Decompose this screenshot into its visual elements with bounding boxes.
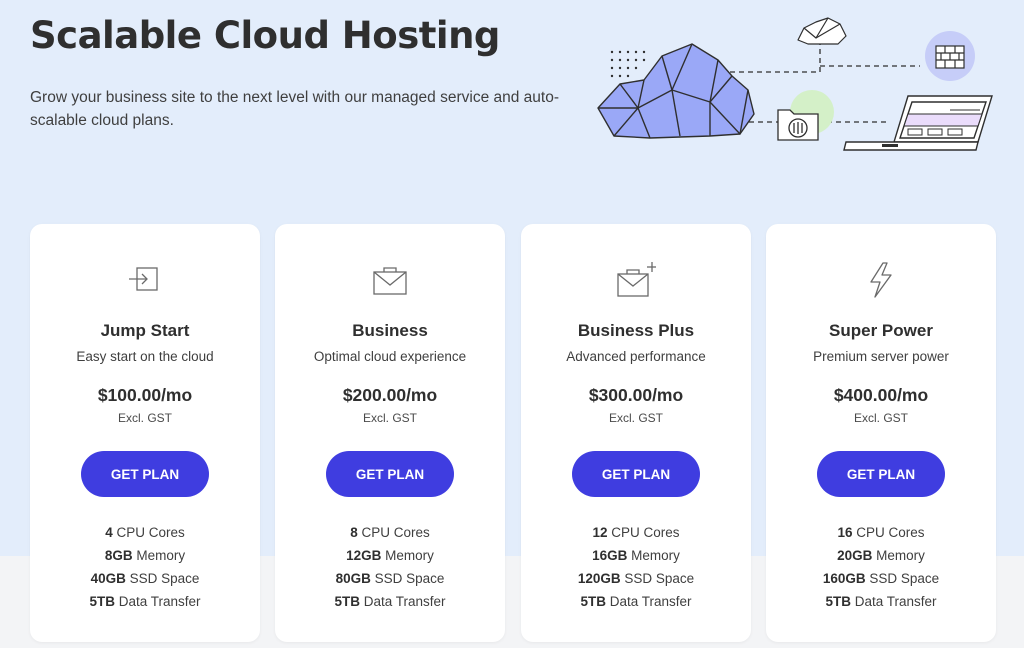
get-plan-button[interactable]: GET PLAN [817, 451, 945, 497]
folder-settings-icon [777, 109, 819, 141]
spec-transfer: 5TB Data Transfer [580, 594, 692, 609]
spec-ssd: 80GB SSD Space [335, 571, 445, 586]
firewall-icon [935, 45, 965, 69]
plan-card-jump-start: Jump Start Easy start on the cloud $100.… [30, 224, 260, 642]
spec-cpu: 4 CPU Cores [105, 525, 185, 540]
plan-card-business-plus: Business Plus Advanced performance $300.… [521, 224, 751, 642]
page-title: Scalable Cloud Hosting [30, 14, 500, 57]
spec-ssd: 40GB SSD Space [90, 571, 200, 586]
spec-memory: 16GB Memory [592, 548, 680, 563]
plan-price: $400.00/mo [833, 385, 929, 405]
plan-specs: 16 CPU Cores 20GB Memory 160GB SSD Space… [766, 521, 996, 613]
laptop-icon [843, 95, 993, 151]
spec-ssd: 120GB SSD Space [577, 571, 695, 586]
spec-ssd: 160GB SSD Space [822, 571, 940, 586]
plan-tagline: Optimal cloud experience [313, 349, 467, 364]
plan-price: $100.00/mo [97, 385, 193, 405]
get-plan-button[interactable]: GET PLAN [81, 451, 209, 497]
spec-transfer: 5TB Data Transfer [825, 594, 937, 609]
spec-transfer: 5TB Data Transfer [334, 594, 446, 609]
spec-cpu: 12 CPU Cores [592, 525, 680, 540]
plan-price: $300.00/mo [588, 385, 684, 405]
spec-cpu: 8 CPU Cores [350, 525, 430, 540]
get-plan-button[interactable]: GET PLAN [572, 451, 700, 497]
plan-name: Business Plus [577, 321, 695, 340]
plan-price: $200.00/mo [342, 385, 438, 405]
spec-transfer: 5TB Data Transfer [89, 594, 201, 609]
tax-note: Excl. GST [608, 411, 663, 425]
small-cloud-icon [797, 17, 847, 45]
plan-name: Super Power [829, 321, 933, 340]
tax-note: Excl. GST [362, 411, 417, 425]
spec-memory: 12GB Memory [346, 548, 434, 563]
plan-card-business: Business Optimal cloud experience $200.0… [275, 224, 505, 642]
spec-memory: 8GB Memory [104, 548, 186, 563]
briefcase-envelope-icon [373, 267, 407, 295]
spec-cpu: 16 CPU Cores [837, 525, 925, 540]
plan-card-super-power: Super Power Premium server power $400.00… [766, 224, 996, 642]
plan-specs: 12 CPU Cores 16GB Memory 120GB SSD Space… [521, 521, 751, 613]
briefcase-plus-icon [617, 262, 656, 297]
plan-name: Jump Start [100, 321, 190, 340]
enter-arrow-icon [129, 267, 158, 291]
cloud-icon [597, 43, 755, 139]
spec-memory: 20GB Memory [837, 548, 925, 563]
cloud-network-illustration [597, 17, 993, 151]
plan-specs: 4 CPU Cores 8GB Memory 40GB SSD Space 5T… [30, 521, 260, 613]
page-subtitle: Grow your business site to the next leve… [30, 89, 559, 129]
plan-tagline: Easy start on the cloud [76, 349, 214, 364]
plan-tagline: Premium server power [813, 349, 949, 364]
tax-note: Excl. GST [117, 411, 172, 425]
lightning-icon [870, 262, 892, 298]
plan-specs: 8 CPU Cores 12GB Memory 80GB SSD Space 5… [275, 521, 505, 613]
tax-note: Excl. GST [853, 411, 908, 425]
plan-tagline: Advanced performance [566, 349, 706, 364]
get-plan-button[interactable]: GET PLAN [326, 451, 454, 497]
plan-name: Business [352, 321, 428, 340]
